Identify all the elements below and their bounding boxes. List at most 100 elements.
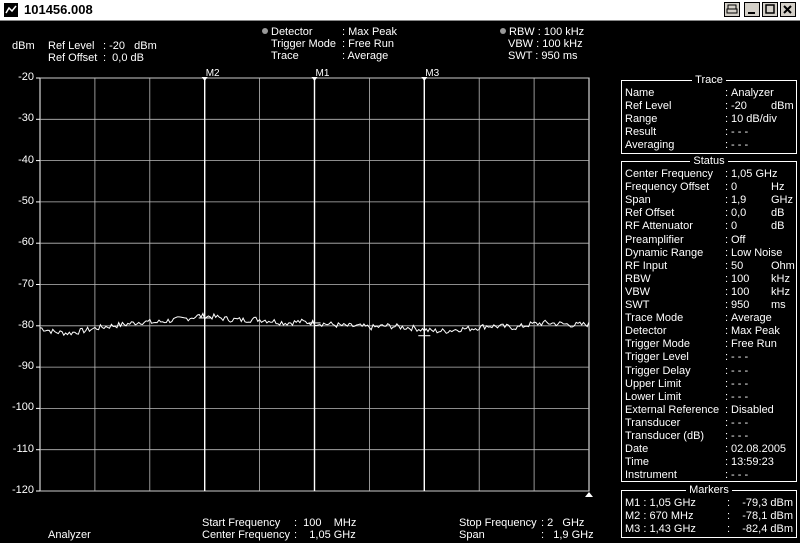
trace-row-unit: dBm	[771, 100, 794, 112]
status-row-separator: :	[725, 364, 729, 377]
status-panel-title: Status	[690, 155, 728, 167]
markers-panel-title: Markers	[686, 484, 732, 496]
status-row-value: 1,9	[731, 194, 747, 207]
center-frequency-label: Center Frequency	[202, 529, 291, 541]
span-label: Span	[459, 529, 485, 541]
status-row-label: RBW	[625, 272, 651, 285]
status-row-value: 0,0	[731, 207, 747, 220]
status-row-label: Trace Mode	[625, 312, 684, 325]
marker-readout-label: M2 : 670 MHz	[625, 510, 694, 522]
status-row-separator: :	[725, 377, 729, 390]
trace-row-value: 10 dB/div	[731, 113, 777, 125]
marker-readout-label: M3 : 1,43 GHz	[625, 523, 696, 535]
status-row-label: VBW	[625, 285, 651, 298]
status-row-separator: :	[725, 233, 729, 246]
trace-row-separator: :	[725, 87, 729, 99]
status-row-value: 1,05 GHz	[731, 168, 778, 180]
marker-label-m3: M3	[425, 68, 439, 79]
status-row-value: 100	[731, 272, 750, 285]
footer-trace-name: Analyzer	[48, 529, 91, 541]
status-row-label: Trigger Level	[625, 351, 689, 364]
marker-readout-separator: :	[727, 510, 731, 522]
status-row-unit: GHz	[771, 194, 793, 207]
status-row-value: - - -	[731, 351, 749, 364]
status-row-separator: :	[725, 403, 729, 416]
y-tick-label: -70	[18, 277, 34, 290]
status-row-separator: :	[725, 194, 729, 207]
status-row-separator: :	[725, 338, 729, 351]
status-row-label: External Reference	[625, 403, 720, 416]
status-row-value: Max Peak	[731, 325, 780, 338]
status-row-label: Preamplifier	[625, 233, 684, 246]
status-row-separator: :	[725, 325, 729, 338]
status-row-label: Date	[625, 443, 649, 456]
status-row-separator: :	[725, 285, 729, 298]
status-row-value: 13:59:23	[731, 456, 774, 469]
span-value: : 1,9 GHz	[541, 529, 594, 541]
status-row-label: Span	[625, 194, 651, 207]
status-row-label: Detector	[625, 325, 667, 338]
status-row-value: 02.08.2005	[731, 443, 787, 456]
status-row-label: Upper Limit	[625, 377, 682, 390]
trace-row-value: -20	[731, 100, 747, 112]
trace-row-label: Name	[625, 87, 655, 99]
y-tick-label: -100	[11, 401, 34, 414]
trace-row-value: Analyzer	[731, 87, 774, 99]
marker-readout-value: -82,4 dBm	[742, 523, 793, 535]
trace-row-value: - - -	[731, 126, 749, 138]
status-row-separator: :	[725, 168, 729, 180]
status-row-separator: :	[725, 430, 729, 442]
trace-row-label: Ref Level	[625, 100, 672, 112]
y-tick-label: -50	[18, 194, 34, 207]
center-frequency-value: : 1,05 GHz	[294, 529, 356, 541]
y-tick-label: -120	[11, 484, 34, 496]
y-tick-label: -110	[12, 442, 34, 455]
status-row-label: Time	[625, 456, 650, 469]
marker-readout-label: M1 : 1,05 GHz	[625, 497, 696, 509]
y-tick-label: -80	[18, 318, 34, 331]
status-row-value: - - -	[731, 430, 749, 442]
status-row-separator: :	[725, 207, 729, 220]
stop-frequency-label: Stop Frequency	[459, 517, 537, 529]
status-row-separator: :	[725, 312, 729, 325]
status-row-value: Low Noise	[731, 246, 783, 259]
status-row-separator: :	[725, 469, 729, 482]
status-row-separator: :	[725, 416, 729, 429]
marker-readout-value: -79,3 dBm	[742, 497, 793, 509]
trace-panel-title: Trace	[692, 74, 726, 86]
trace-row-label: Result	[625, 126, 657, 138]
status-row-value: 0	[731, 181, 738, 194]
status-row-separator: :	[725, 272, 729, 285]
status-row-value: 100	[731, 285, 750, 298]
status-row-separator: :	[725, 181, 729, 194]
y-tick-label: -60	[18, 236, 34, 249]
status-row-separator: :	[725, 246, 729, 259]
status-panel: Status Center Frequency:1,05 GHz Frequenc…	[621, 155, 797, 482]
y-tick-label: -20	[18, 71, 34, 83]
status-row-value: Off	[731, 233, 746, 246]
scroll-indicator-icon	[585, 492, 593, 497]
y-tick-label: -40	[18, 153, 34, 166]
status-row-unit: ms	[771, 299, 786, 311]
y-tick-label: -90	[18, 360, 34, 373]
status-row-separator: :	[725, 390, 729, 403]
status-row-value: 50	[731, 259, 744, 272]
status-row-label: Center Frequency	[625, 168, 714, 180]
trace-row-value: - - -	[731, 139, 749, 151]
y-tick-label: -30	[18, 112, 34, 125]
marker-readout-separator: :	[727, 497, 731, 509]
status-row-label: Dynamic Range	[625, 246, 704, 259]
trace-panel: Trace Name: Analyzer Ref Level: -20 dBm Range…	[621, 74, 797, 154]
trace-row-separator: :	[725, 100, 729, 112]
status-row-value: - - -	[731, 416, 749, 429]
status-row-value: Disabled	[731, 403, 774, 416]
status-row-unit: kHz	[771, 272, 790, 285]
marker-readout-value: -78,1 dBm	[742, 510, 793, 522]
trace-row-label: Averaging	[625, 139, 675, 151]
status-row-label: Ref Offset	[625, 207, 675, 220]
start-frequency-value: : 100 MHz	[294, 517, 357, 529]
status-row-label: Instrument	[625, 469, 677, 482]
status-row-label: Trigger Mode	[625, 338, 691, 351]
status-row-value: - - -	[731, 364, 749, 377]
status-row-label: Transducer	[625, 416, 681, 429]
